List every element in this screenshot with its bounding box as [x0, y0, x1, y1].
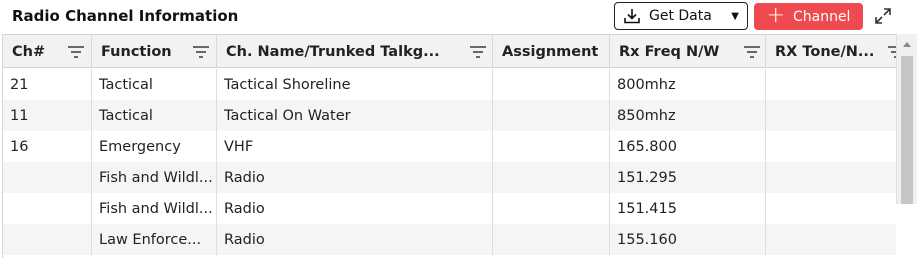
vertical-scrollbar[interactable] — [896, 34, 917, 204]
filter-icon[interactable] — [469, 45, 487, 59]
table-row[interactable]: Fish and Wildl... Radio 151.415 — [3, 193, 896, 224]
cell-rx-freq: 165.800 — [610, 131, 766, 162]
filter-icon[interactable] — [743, 45, 761, 59]
column-header-rx-freq[interactable]: Rx Freq N/W — [610, 35, 766, 68]
table-row[interactable]: 16 Emergency VHF 165.800 — [3, 131, 896, 162]
cell-ch: 21 — [3, 69, 92, 100]
add-channel-button[interactable]: + Channel — [754, 3, 863, 30]
plus-icon: + — [766, 2, 785, 28]
cell-assignment — [493, 69, 610, 100]
cell-rx-tone — [766, 69, 896, 100]
cell-function: Tactical — [92, 69, 217, 100]
grid-header: Ch# Function Ch. Name/Trunked Talkg... A… — [3, 35, 896, 68]
get-data-button[interactable]: Get Data ▼ — [614, 2, 748, 30]
cell-assignment — [493, 100, 610, 131]
cell-ch — [3, 224, 92, 255]
cell-assignment — [493, 193, 610, 224]
cell-ch: 11 — [3, 100, 92, 131]
cell-function: Emergency — [92, 131, 217, 162]
cell-ch: 16 — [3, 131, 92, 162]
column-header-function[interactable]: Function — [92, 35, 217, 68]
cell-rx-tone — [766, 162, 896, 193]
cell-rx-freq: 151.295 — [610, 162, 766, 193]
cell-rx-tone — [766, 100, 896, 131]
cell-channel-name: VHF — [217, 131, 493, 162]
filter-icon[interactable] — [887, 45, 896, 59]
column-header-channel-name[interactable]: Ch. Name/Trunked Talkg... — [217, 35, 493, 68]
cell-function: Law Enforce... — [92, 224, 217, 255]
column-header-ch[interactable]: Ch# — [3, 35, 92, 68]
cell-channel-name: Radio — [217, 162, 493, 193]
cell-rx-freq: 850mhz — [610, 100, 766, 131]
column-header-rx-tone[interactable]: RX Tone/N... — [766, 35, 896, 68]
cell-assignment — [493, 224, 610, 255]
cell-channel-name: Tactical On Water — [217, 100, 493, 131]
channel-grid: Ch# Function Ch. Name/Trunked Talkg... A… — [2, 34, 896, 258]
cell-channel-name: Tactical Shoreline — [217, 69, 493, 100]
cell-ch — [3, 193, 92, 224]
expand-icon[interactable] — [872, 5, 894, 27]
table-row[interactable]: 11 Tactical Tactical On Water 850mhz — [3, 100, 896, 131]
cell-assignment — [493, 162, 610, 193]
filter-icon[interactable] — [192, 45, 210, 59]
cell-rx-freq: 151.415 — [610, 193, 766, 224]
download-icon — [624, 9, 640, 24]
cell-rx-freq: 800mhz — [610, 69, 766, 100]
scrollbar-thumb[interactable] — [901, 56, 913, 204]
cell-assignment — [493, 131, 610, 162]
cell-channel-name: Radio — [217, 193, 493, 224]
get-data-label: Get Data — [649, 8, 712, 24]
cell-rx-tone — [766, 131, 896, 162]
panel-title: Radio Channel Information — [12, 7, 239, 25]
cell-rx-tone — [766, 224, 896, 255]
table-row[interactable]: Fish and Wildl... Radio 151.295 — [3, 162, 896, 193]
chevron-down-icon: ▼ — [731, 10, 739, 22]
cell-ch — [3, 162, 92, 193]
cell-rx-freq: 155.160 — [610, 224, 766, 255]
table-row[interactable]: Law Enforce... Radio 155.160 — [3, 224, 896, 255]
cell-function: Fish and Wildl... — [92, 162, 217, 193]
column-header-assignment[interactable]: Assignment — [493, 35, 610, 68]
cell-channel-name: Radio — [217, 224, 493, 255]
scroll-up-icon[interactable] — [903, 42, 911, 47]
add-channel-label: Channel — [792, 8, 851, 25]
cell-function: Fish and Wildl... — [92, 193, 217, 224]
cell-rx-tone — [766, 193, 896, 224]
table-row[interactable]: 21 Tactical Tactical Shoreline 800mhz — [3, 69, 896, 100]
cell-function: Tactical — [92, 100, 217, 131]
filter-icon[interactable] — [67, 45, 85, 59]
